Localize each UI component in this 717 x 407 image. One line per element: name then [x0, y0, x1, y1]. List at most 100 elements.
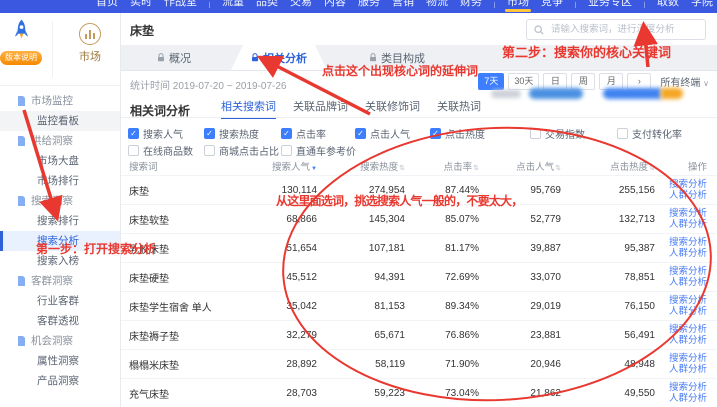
- crowd-analysis-link[interactable]: 人群分析: [659, 393, 707, 404]
- search-icon: [534, 25, 544, 35]
- filter-ztc-reference-price[interactable]: 直通车参考价: [281, 143, 356, 158]
- nav-item[interactable]: 流量: [222, 0, 244, 10]
- cell-ctr: 72.69%: [409, 272, 483, 283]
- sidebar-item-market-ranking[interactable]: 市场排行: [0, 171, 120, 191]
- cell-search-word[interactable]: 乳胶床垫: [129, 241, 247, 256]
- sidebar-item-search-entry[interactable]: 搜索入榜: [0, 251, 120, 271]
- filter-mall-click-share[interactable]: 商城点击占比: [204, 143, 279, 158]
- search-analysis-link[interactable]: 搜索分析: [659, 353, 707, 364]
- search-input[interactable]: [549, 23, 698, 36]
- nav-item-market-active[interactable]: 市场: [507, 0, 529, 10]
- crowd-analysis-link[interactable]: 人群分析: [659, 248, 707, 259]
- sidebar-item-industry-crowd[interactable]: 行业客群: [0, 291, 120, 311]
- nav-item[interactable]: 内容: [324, 0, 346, 10]
- subtab-hot-words[interactable]: 关联热词: [437, 98, 481, 119]
- col-header-click-heat[interactable]: 点击热度⇅: [565, 159, 659, 173]
- sidebar-item-attribute-insight[interactable]: 属性洞察: [0, 351, 120, 371]
- nav-item[interactable]: 作战室: [164, 0, 197, 10]
- crowd-analysis-link[interactable]: 人群分析: [659, 364, 707, 375]
- tab-related-analysis[interactable]: 相关分析: [231, 45, 327, 70]
- cell-search-word[interactable]: 床垫学生宿舍 单人: [129, 299, 247, 314]
- cell-ctr: 85.07%: [409, 214, 483, 225]
- tab-category-composition[interactable]: 类目构成: [349, 45, 445, 70]
- col-header-search-popularity[interactable]: 搜索人气▼: [247, 159, 321, 173]
- module-market[interactable]: 市场: [62, 23, 118, 64]
- version-badge[interactable]: 版本说明: [0, 51, 42, 65]
- filter-click-popularity[interactable]: ✓点击人气: [355, 126, 410, 141]
- nav-item[interactable]: 业务专区: [588, 0, 632, 10]
- search-analysis-link[interactable]: 搜索分析: [659, 295, 707, 306]
- sidebar-item-product-insight[interactable]: 产品洞察: [0, 371, 120, 391]
- blurred-terminal-legend: [491, 88, 683, 99]
- sort-desc-icon[interactable]: ▼: [311, 166, 317, 172]
- document-icon: [17, 136, 26, 146]
- nav-item[interactable]: 营销: [392, 0, 414, 10]
- nav-item[interactable]: 财务: [460, 0, 482, 10]
- cell-search-heat: 274,954: [321, 185, 409, 196]
- search-analysis-link[interactable]: 搜索分析: [659, 208, 707, 219]
- search-analysis-link[interactable]: 搜索分析: [659, 324, 707, 335]
- nav-item[interactable]: 竞争: [541, 0, 563, 10]
- filter-search-popularity[interactable]: ✓搜索人气: [128, 126, 183, 141]
- sidebar-item-market-overview[interactable]: 市场大盘: [0, 151, 120, 171]
- nav-item[interactable]: 交易: [290, 0, 312, 10]
- col-header-ctr[interactable]: 点击率⇅: [409, 159, 483, 173]
- search-analysis-link[interactable]: 搜索分析: [659, 382, 707, 393]
- sidebar-section-market-monitor[interactable]: 市场监控: [0, 91, 120, 111]
- sort-icon[interactable]: ⇅: [399, 165, 405, 172]
- cell-ctr: 71.90%: [409, 359, 483, 370]
- sidebar-section-crowd-insight[interactable]: 客群洞察: [0, 271, 120, 291]
- nav-item[interactable]: 物流: [426, 0, 448, 10]
- table-row: 床垫软垫 68,866 145,304 85.07% 52,779 132,71…: [121, 204, 717, 233]
- subtab-brand-words[interactable]: 关联品牌词: [293, 98, 348, 119]
- cell-search-word[interactable]: 床垫褥子垫: [129, 328, 247, 343]
- cell-search-word[interactable]: 床垫硬垫: [129, 270, 247, 285]
- filter-online-products[interactable]: 在线商品数: [128, 143, 193, 158]
- tab-overview[interactable]: 概况: [137, 45, 211, 70]
- nav-item[interactable]: 取数: [657, 0, 679, 10]
- sidebar-item-search-analysis[interactable]: 搜索分析: [0, 231, 120, 251]
- nav-item[interactable]: 学院: [691, 0, 713, 10]
- sidebar-section-opportunity-insight[interactable]: 机会洞察: [0, 331, 120, 351]
- cell-search-heat: 59,223: [321, 388, 409, 399]
- nav-item[interactable]: 首页: [96, 0, 118, 10]
- rocket-icon[interactable]: [13, 18, 30, 47]
- filter-ctr[interactable]: ✓点击率: [281, 126, 326, 141]
- filter-search-heat[interactable]: ✓搜索热度: [204, 126, 259, 141]
- crowd-analysis-link[interactable]: 人群分析: [659, 277, 707, 288]
- search-analysis-link[interactable]: 搜索分析: [659, 266, 707, 277]
- sidebar-item-crowd-perspective[interactable]: 客群透视: [0, 311, 120, 331]
- col-header-click-popularity[interactable]: 点击人气⇅: [483, 159, 565, 173]
- terminal-dropdown[interactable]: 所有终端 ∨: [660, 74, 709, 89]
- crowd-analysis-link[interactable]: 人群分析: [659, 190, 707, 201]
- cell-search-word[interactable]: 充气床垫: [129, 386, 247, 401]
- keyword-search-box[interactable]: [526, 19, 706, 40]
- cell-search-popularity: 28,703: [247, 388, 321, 399]
- sidebar-section-supply-insight[interactable]: 供给洞察: [0, 131, 120, 151]
- search-analysis-link[interactable]: 搜索分析: [659, 179, 707, 190]
- col-header-search-heat[interactable]: 搜索热度⇅: [321, 159, 409, 173]
- filter-payment-conversion[interactable]: 支付转化率: [617, 126, 682, 141]
- filter-click-heat[interactable]: ✓点击热度: [430, 126, 485, 141]
- crowd-analysis-link[interactable]: 人群分析: [659, 306, 707, 317]
- crowd-analysis-link[interactable]: 人群分析: [659, 335, 707, 346]
- filter-transaction-index[interactable]: 交易指数: [530, 126, 585, 141]
- sort-icon[interactable]: ⇅: [473, 165, 479, 172]
- cell-search-word[interactable]: 床垫: [129, 183, 247, 198]
- sidebar-item-search-ranking[interactable]: 搜索排行: [0, 211, 120, 231]
- sort-icon[interactable]: ⇅: [555, 165, 561, 172]
- lock-icon: [251, 53, 259, 62]
- cell-search-word[interactable]: 榻榻米床垫: [129, 357, 247, 372]
- cell-search-word[interactable]: 床垫软垫: [129, 212, 247, 227]
- sidebar-item-monitor-board[interactable]: 监控看板: [0, 111, 120, 131]
- sort-icon[interactable]: ⇅: [649, 165, 655, 172]
- cell-actions: 搜索分析人群分析: [659, 353, 707, 375]
- crowd-analysis-link[interactable]: 人群分析: [659, 219, 707, 230]
- nav-item[interactable]: 品类: [256, 0, 278, 10]
- nav-item[interactable]: 服务: [358, 0, 380, 10]
- search-analysis-link[interactable]: 搜索分析: [659, 237, 707, 248]
- subtab-related-search-words[interactable]: 相关搜索词: [221, 98, 276, 119]
- sidebar-section-search-insight[interactable]: 搜索洞察: [0, 191, 120, 211]
- nav-item[interactable]: 实时: [130, 0, 152, 10]
- subtab-modifier-words[interactable]: 关联修饰词: [365, 98, 420, 119]
